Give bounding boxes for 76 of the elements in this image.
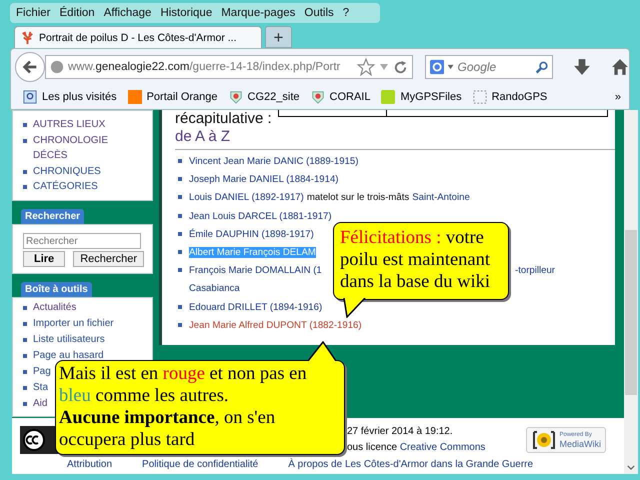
sidebar-link[interactable]: Actualités xyxy=(33,300,76,316)
dropdown-icon[interactable] xyxy=(447,63,455,71)
bookmark-item[interactable]: CG22_site xyxy=(228,90,300,104)
person-link[interactable]: -torpilleur xyxy=(515,262,555,280)
back-button[interactable] xyxy=(15,52,45,82)
search-button[interactable]: Lire xyxy=(23,251,66,267)
person-link[interactable]: Jean Louis DARCEL (1881-1917) xyxy=(189,210,332,222)
sidebar-link[interactable]: Aid xyxy=(33,396,48,412)
home-icon[interactable] xyxy=(611,58,629,76)
sidebar-link[interactable]: Page au hasard xyxy=(33,348,104,364)
last-modified-text: 27 février 2014 à 19:12. xyxy=(347,425,454,439)
panel-heading: Rechercher xyxy=(21,208,84,224)
bubble-text: Félicitations : votre xyxy=(340,227,485,249)
download-icon[interactable] xyxy=(573,58,591,76)
footer-link[interactable]: Attribution xyxy=(67,459,112,470)
list-text: matelot sur le trois-mâts xyxy=(306,192,410,204)
sidebar-link[interactable]: CHRONOLOGIE DÉCÈS xyxy=(33,132,133,164)
bubble-text: Mais il est en rouge et non pas en xyxy=(59,363,308,385)
person-link[interactable]: Edouard DRILLET (1894-1916) xyxy=(189,302,322,313)
heading-link[interactable]: de A à Z xyxy=(175,128,230,146)
sidebar-link[interactable]: CATÉGORIES xyxy=(33,179,98,194)
shield-icon xyxy=(310,90,325,104)
person-link[interactable]: Émile DAUPHIN (1898-1917) xyxy=(189,228,314,240)
address-field[interactable]: www.genealogie22.com/guerre-14-18/index.php/Portr xyxy=(45,55,413,79)
bookmark-item[interactable]: Portail Orange xyxy=(128,90,218,104)
bubble-text: Aucune importance, on s'en xyxy=(59,407,276,429)
sidebar-link[interactable]: CHRONIQUES xyxy=(33,164,101,179)
dashed-square-icon xyxy=(472,90,487,104)
bookmark-item[interactable]: Les plus visités xyxy=(23,90,117,104)
license-link[interactable]: Creative Commons xyxy=(400,442,486,453)
new-tab-button[interactable]: + xyxy=(265,26,292,48)
person-link[interactable]: Vincent Jean Marie DANIC (1889-1915) xyxy=(189,156,358,167)
bookmark-item[interactable]: MyGPSFiles xyxy=(381,90,462,104)
star-icon[interactable] xyxy=(357,58,375,76)
menu-item[interactable]: Historique xyxy=(160,7,212,19)
menu-item[interactable]: Fichier xyxy=(16,7,51,19)
portal-logo-icon xyxy=(128,90,142,104)
bubble-text: bleu comme les autres. xyxy=(59,385,230,407)
bubble-text: occupera plus tard xyxy=(59,429,196,451)
person-link[interactable]: Jean Marie Alfred DUPONT (1882-1916) xyxy=(189,320,362,331)
sidebar-link[interactable]: Sta xyxy=(33,380,48,396)
back-arrow-icon xyxy=(21,58,39,76)
coral-icon xyxy=(20,30,35,45)
menu-item[interactable]: Édition xyxy=(60,7,95,19)
panel-heading: Boîte à outils xyxy=(21,282,92,297)
sidebar-link[interactable]: Importer un fichier xyxy=(33,316,114,332)
search-field[interactable]: Rechercher xyxy=(23,233,141,249)
person-link[interactable]: Louis DANIEL (1892-1917) xyxy=(189,192,304,204)
shield-icon xyxy=(228,90,243,104)
footer-link[interactable]: Politique de confidentialité xyxy=(142,459,258,470)
search-box[interactable]: Google xyxy=(425,55,553,79)
footer-link[interactable]: À propos de Les Côtes-d'Armor dans la Grande Guerre xyxy=(288,459,534,470)
menu-item[interactable]: Affichage xyxy=(104,7,152,19)
menu-item[interactable]: Marque-pages xyxy=(221,7,296,19)
bubble-text: dans la base du wiki xyxy=(340,271,492,293)
menu-item[interactable]: Outils xyxy=(304,7,334,19)
sidebar-link[interactable]: Pag xyxy=(33,364,51,380)
person-link[interactable]: Casabianca xyxy=(189,280,240,299)
bookmark-item[interactable]: RandoGPS xyxy=(472,90,548,104)
scrollbar[interactable] xyxy=(624,110,638,474)
search-icon[interactable] xyxy=(534,60,548,74)
person-link[interactable]: Joseph Marie DANIEL (1884-1914) xyxy=(189,174,338,186)
person-link[interactable]: Saint-Antoine xyxy=(412,192,470,204)
scroll-down-icon[interactable] xyxy=(627,465,635,470)
section-heading: récapitulative : xyxy=(175,110,272,128)
sidebar-link[interactable]: AUTRES LIEUX xyxy=(33,117,106,132)
menu-item[interactable]: ? xyxy=(342,7,350,19)
bubble-text: poilu est maintenant xyxy=(340,249,492,271)
more-bookmarks-button[interactable]: » xyxy=(614,91,621,103)
bookmark-item[interactable]: CORAIL xyxy=(310,90,370,104)
browser-tab[interactable]: Portrait de poilus D - Les Côtes-d'Armor ... xyxy=(14,26,262,48)
license-text: ous licence Creative Commons xyxy=(347,441,486,455)
person-link[interactable]: François Marie DOMALLAIN (1 xyxy=(189,265,322,276)
search-button[interactable]: Rechercher xyxy=(73,251,144,267)
reload-icon[interactable] xyxy=(393,60,408,74)
sidebar-link[interactable]: Liste utilisateurs xyxy=(33,332,105,348)
